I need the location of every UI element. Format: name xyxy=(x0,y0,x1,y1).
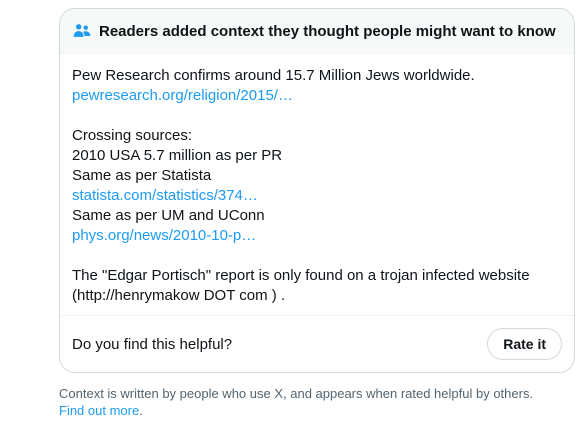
rate-it-button[interactable]: Rate it xyxy=(487,328,562,360)
people-group-icon xyxy=(72,21,92,41)
note-footer: Do you find this helpful? Rate it xyxy=(60,315,574,372)
community-note-card: Readers added context they thought peopl… xyxy=(59,8,575,373)
note-header-title: Readers added context they thought peopl… xyxy=(99,22,556,40)
note-text-line: (http://henrymakow DOT com ) . xyxy=(72,287,286,304)
note-text-line: The "Edgar Portisch" report is only foun… xyxy=(72,267,530,284)
pewresearch-link[interactable]: pewresearch.org/religion/2015/… xyxy=(72,86,562,106)
note-spacer xyxy=(72,246,562,266)
helpful-question: Do you find this helpful? xyxy=(72,335,233,353)
note-body: Pew Research confirms around 15.7 Millio… xyxy=(60,54,574,306)
find-out-more-link[interactable]: Find out more xyxy=(59,403,139,418)
context-disclaimer: Context is written by people who use X, … xyxy=(59,385,575,419)
statista-link[interactable]: statista.com/statistics/374… xyxy=(72,186,562,206)
disclaimer-text: Context is written by people who use X, … xyxy=(59,386,534,401)
disclaimer-period: . xyxy=(139,403,143,418)
note-text-line: Crossing sources: xyxy=(72,127,193,144)
note-text-line: Same as per Statista xyxy=(72,167,212,184)
phys-org-link[interactable]: phys.org/news/2010-10-p… xyxy=(72,226,562,246)
note-text-line: Pew Research confirms around 15.7 Millio… xyxy=(72,67,475,84)
note-text-line: Same as per UM and UConn xyxy=(72,207,265,224)
note-spacer xyxy=(72,106,562,126)
note-text-line: 2010 USA 5.7 million as per PR xyxy=(72,147,283,164)
note-header: Readers added context they thought peopl… xyxy=(60,9,574,54)
